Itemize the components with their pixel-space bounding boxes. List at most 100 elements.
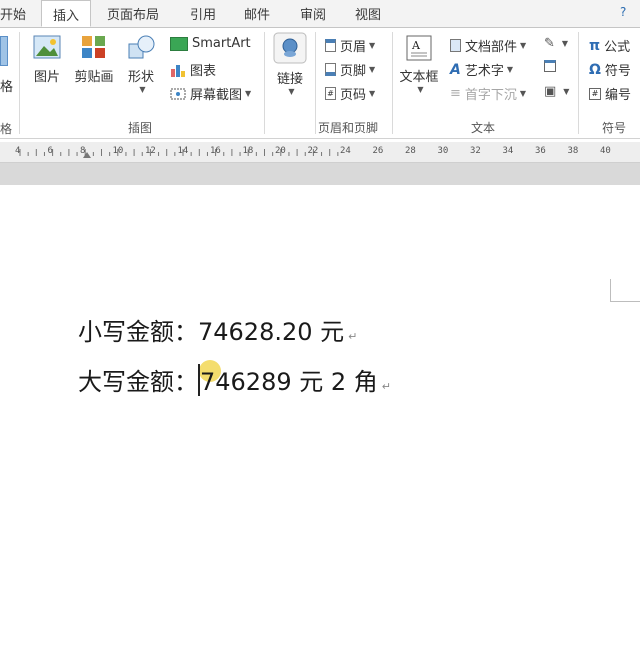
footer-label: 页脚 (340, 64, 367, 79)
ruler-number: 6 (47, 146, 53, 156)
numbering-button[interactable]: # 编号 (589, 84, 631, 103)
link-icon (273, 32, 307, 64)
tab-page-layout[interactable]: 页面布局 (107, 4, 159, 23)
link-button[interactable]: 链接 ▼ (270, 32, 310, 96)
tab-review[interactable]: 审阅 (300, 4, 326, 23)
pi-icon: π (589, 37, 601, 54)
screenshot-icon (170, 88, 186, 99)
illustrations-group-label: 插图 (128, 121, 153, 135)
page-number-button[interactable]: # 页码 ▼ (325, 84, 375, 103)
ruler-number: 18 (242, 146, 254, 156)
ruler-number: 4 (15, 146, 21, 156)
paragraph-mark: ↵ (348, 330, 358, 343)
paragraph-mark: ↵ (381, 380, 391, 393)
header-label: 页眉 (340, 40, 367, 55)
ruler-number: 14 (177, 146, 189, 156)
group-separator (19, 32, 20, 134)
tables-group-label: 格 (0, 122, 13, 136)
symbol-button[interactable]: Ω 符号 (589, 60, 631, 80)
omega-icon: Ω (589, 61, 601, 78)
group-separator (578, 32, 579, 134)
dropcap-icon: ≡ (450, 86, 461, 101)
ruler-number: 38 (567, 146, 579, 156)
link-label: 链接 (276, 72, 303, 87)
group-separator (392, 32, 393, 134)
ruler-number: 30 (437, 146, 449, 156)
shapes-label: 形状 (127, 70, 154, 85)
screenshot-button[interactable]: 屏幕截图 ▼ (170, 84, 251, 103)
ruler-number: 28 (405, 146, 416, 156)
table-icon[interactable] (0, 36, 8, 66)
symbols-group-label: 符号 (602, 121, 627, 135)
picture-button[interactable]: 图片 (28, 34, 66, 85)
text-group-label: 文本 (471, 121, 496, 135)
chevron-down-icon: ▼ (288, 87, 295, 96)
line-lowercase-amount[interactable]: 小写金额：74628.20 元 ↵ (78, 312, 357, 347)
ruler-number: 36 (535, 146, 546, 156)
chevron-down-icon: ▼ (519, 89, 527, 98)
numbering-label: 编号 (605, 88, 632, 103)
numbering-icon: # (589, 87, 601, 100)
header-icon (325, 39, 336, 52)
help-icon[interactable]: ? (620, 5, 626, 19)
chart-button[interactable]: 图表 (170, 60, 216, 79)
date-time-button[interactable] (544, 60, 560, 72)
ruler-number: 26 (372, 146, 384, 156)
symbol-label: 符号 (604, 64, 631, 79)
screenshot-label: 屏幕截图 (190, 88, 243, 103)
wordart-button[interactable]: A 艺术字 ▼ (450, 60, 514, 80)
smartart-icon (170, 36, 188, 51)
tab-references[interactable]: 引用 (190, 4, 216, 23)
uppercase-amount-label: 大写金额： (78, 368, 198, 396)
clipart-label: 剪贴画 (74, 70, 114, 85)
svg-text:A: A (411, 39, 421, 52)
quick-parts-button[interactable]: 文档部件 ▼ (450, 36, 526, 55)
equation-button[interactable]: π 公式 (589, 36, 630, 56)
tab-insert[interactable]: 插入 (41, 0, 92, 27)
table-button-label[interactable]: 格 (0, 76, 13, 95)
header-footer-group-label: 页眉和页脚 (318, 121, 379, 135)
group-separator (264, 32, 265, 134)
chart-icon (171, 64, 185, 77)
page-number-label: 页码 (340, 88, 367, 103)
chevron-down-icon: ▼ (417, 85, 424, 94)
footer-button[interactable]: 页脚 ▼ (325, 60, 375, 79)
tab-view[interactable]: 视图 (355, 4, 381, 23)
tab-home[interactable]: 开始 (0, 4, 26, 23)
object-button[interactable]: ▣ ▼ (544, 84, 569, 99)
dropcap-button[interactable]: ≡ 首字下沉 ▼ (450, 84, 526, 103)
horizontal-ruler[interactable]: 4 6 8 10 12 14 16 18 20 22 24 26 28 30 32 34 36 38 40 (0, 142, 640, 163)
page-number-icon: # (325, 87, 336, 100)
ruler-number: 22 (307, 146, 319, 156)
uppercase-amount-value: 746289 元 2 角 (200, 368, 378, 396)
clipart-button[interactable]: 剪贴画 (73, 34, 115, 85)
object-icon: ▣ (544, 84, 557, 99)
ruler-number: 20 (275, 146, 286, 156)
document-page[interactable] (0, 185, 640, 655)
ruler-number: 24 (340, 146, 351, 156)
header-button[interactable]: 页眉 ▼ (325, 36, 375, 55)
smartart-button[interactable]: SmartArt (170, 36, 251, 51)
shapes-button[interactable]: 形状 ▼ (122, 34, 160, 94)
wordart-icon: A (450, 61, 461, 78)
chevron-down-icon: ▼ (369, 89, 376, 98)
wordart-label: 艺术字 (464, 64, 504, 79)
tab-mailings[interactable]: 邮件 (244, 4, 270, 23)
ruler-number: 16 (210, 146, 221, 156)
textbox-label: 文本框 (399, 70, 439, 85)
chevron-down-icon: ▼ (369, 41, 376, 50)
ruler-number: 32 (470, 146, 481, 156)
dropcap-label: 首字下沉 (464, 88, 517, 103)
group-separator (315, 32, 316, 134)
indent-marker[interactable] (83, 152, 91, 158)
signature-line-button[interactable]: ✎ ▼ (544, 36, 568, 51)
textbox-button[interactable]: A 文本框 ▼ (396, 34, 442, 94)
signature-line-icon: ✎ (544, 36, 555, 51)
chevron-down-icon: ▼ (506, 65, 514, 74)
line-uppercase-amount[interactable]: 大写金额：746289 元 2 角 ↵ (78, 362, 391, 397)
quick-parts-label: 文档部件 (465, 40, 518, 55)
page-gap (0, 163, 640, 185)
chevron-down-icon: ▼ (520, 41, 527, 50)
margin-corner-mark (610, 279, 640, 302)
ribbon-insert: 格 格 图片 剪贴画 形状 ▼ SmartArt 图表 屏幕截图 ▼ 插图 链接… (0, 28, 640, 139)
